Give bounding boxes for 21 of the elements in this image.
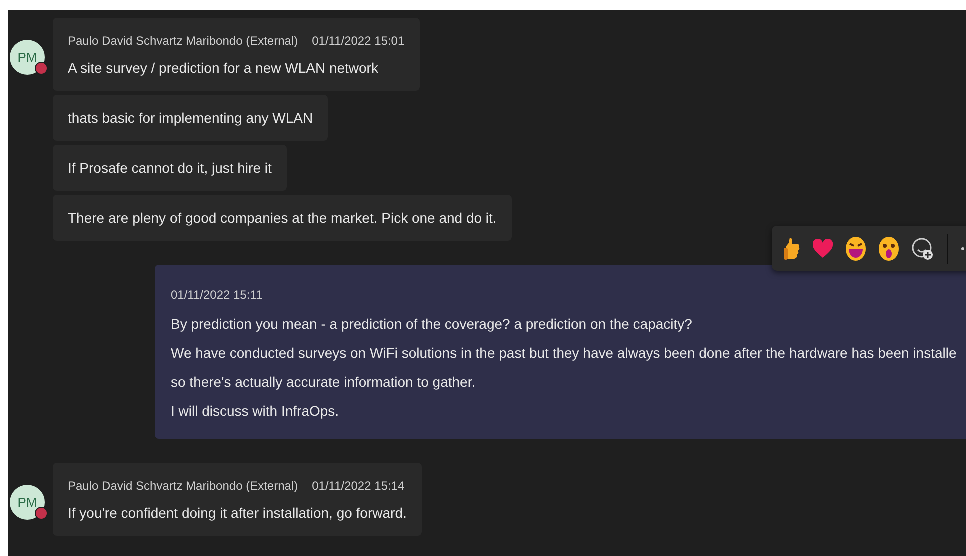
- message-text: I will discuss with InfraOps.: [171, 402, 340, 421]
- sender-name: Paulo David Schvartz Maribondo (External): [68, 33, 298, 50]
- laughing-emoji-icon[interactable]: [846, 236, 866, 260]
- heart-icon[interactable]: [813, 238, 833, 258]
- timestamp: 01/11/2022 15:11: [171, 287, 263, 304]
- message-text: We have conducted surveys on WiFi solutions in the past but they have always been done after the hardware has been installe: [171, 344, 958, 363]
- thumbs-up-icon[interactable]: [784, 236, 800, 260]
- message-text: thats basic for implementing any WLAN: [68, 109, 314, 128]
- message-text: If you're confident doing it after installation, go forward.: [68, 504, 407, 523]
- surprised-emoji-icon[interactable]: [879, 236, 899, 260]
- message-text: By prediction you mean - a prediction of the coverage? a prediction on the capacity?: [171, 315, 694, 334]
- avatar[interactable]: PM: [10, 40, 45, 75]
- timestamp: 01/11/2022 15:14: [312, 478, 405, 495]
- avatar[interactable]: PM: [10, 485, 45, 520]
- add-reaction-icon[interactable]: [912, 236, 934, 260]
- message-text: so there's actually accurate information to gather.: [171, 373, 477, 392]
- message-text: There are pleny of good companies at the market. Pick one and do it.: [68, 209, 497, 228]
- timestamp: 01/11/2022 15:01: [312, 33, 405, 50]
- message-text: If Prosafe cannot do it, just hire it: [68, 159, 272, 178]
- message-text: A site survey / prediction for a new WLAN network: [68, 59, 380, 78]
- sender-name: Paulo David Schvartz Maribondo (External): [68, 478, 298, 495]
